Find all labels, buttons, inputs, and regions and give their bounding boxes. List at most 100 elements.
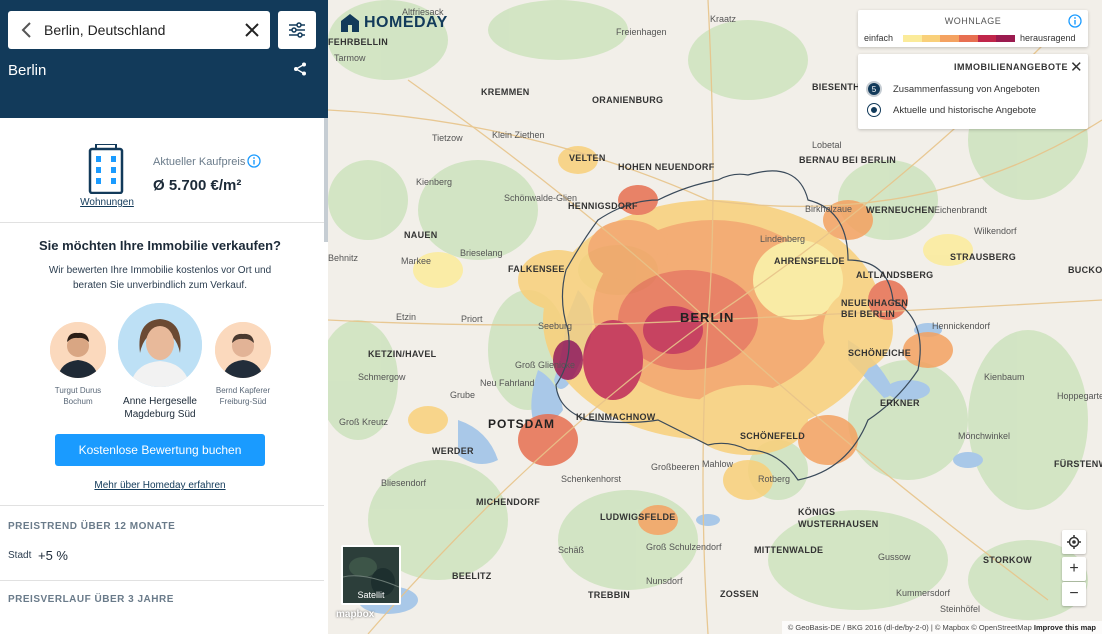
price-label: Aktueller Kaufpreis: [153, 156, 246, 168]
sell-heading: Sie möchten Ihre Immobilie verkaufen?: [38, 238, 281, 253]
place-label: Klein Ziethen: [492, 130, 545, 140]
offers-title: IMMOBILIENANGEBOTE: [954, 62, 1068, 72]
price-trend-section: PREISTREND ÜBER 12 MONATE Stadt +5 %: [0, 507, 324, 581]
agent-name-2: Anne Hergeselle Magdeburg Süd: [123, 396, 197, 420]
place-label: Bliesendorf: [381, 478, 427, 488]
place-label: Neu Fahrland: [480, 378, 535, 388]
place-label: SCHÖNEFELD: [740, 431, 806, 441]
place-label: BEELITZ: [452, 571, 492, 581]
sell-text: Wir bewerten Ihre Immobilie kostenlos vo…: [48, 265, 272, 291]
cluster-marker-icon: 5: [866, 81, 882, 97]
place-label: VELTEN: [569, 153, 606, 163]
search-bar[interactable]: Berlin, Deutschland: [8, 11, 270, 49]
place-label: WERNEUCHEN: [866, 205, 935, 215]
mapbox-logo[interactable]: mapbox: [336, 609, 374, 620]
place-label: Kummersdorf: [896, 588, 951, 598]
place-label: FALKENSEE: [508, 264, 565, 274]
place-label: Wilkendorf: [974, 226, 1017, 236]
legend-swatch: [959, 35, 978, 42]
place-label: Hoppegarten: [1057, 391, 1102, 401]
filter-button[interactable]: [278, 11, 316, 49]
place-label: BERNAU BEI BERLIN: [799, 155, 897, 165]
place-label: KÖNIGS WUSTERHAUSEN: [798, 507, 879, 529]
place-label: SCHÖNEICHE: [848, 348, 912, 358]
place-label: WERDER: [432, 446, 474, 456]
legend-swatch: [940, 35, 960, 42]
place-label: FÜRSTENWA: [1054, 459, 1102, 469]
locate-button[interactable]: [1062, 530, 1086, 554]
legend-high: herausragend: [1020, 33, 1076, 43]
place-label: Seeburg: [538, 321, 573, 331]
side-panel: Berlin, Deutschland Berlin Wohnungen Akt…: [0, 0, 328, 634]
place-label: Schönwalde-Glien: [504, 193, 578, 203]
place-label: Lobetal: [812, 140, 842, 150]
place-label: KREMMEN: [481, 87, 530, 97]
place-label: Schmergow: [358, 372, 406, 382]
place-label: Groß Schulzendorf: [646, 542, 722, 552]
legend-gradient: [903, 35, 1016, 42]
legend-swatch: [996, 35, 1016, 42]
book-valuation-button[interactable]: Kostenlose Bewertung buchen: [55, 434, 265, 466]
city-title: Berlin: [8, 62, 47, 79]
quality-legend: WOHNLAGE einfach herausragend: [858, 10, 1088, 47]
place-label: AHRENSFELDE: [774, 256, 845, 266]
place-label: HOHEN NEUENDORF: [618, 162, 715, 172]
place-label: Tarmow: [334, 53, 366, 63]
place-label: Tietzow: [432, 133, 463, 143]
place-label: ZOSSEN: [720, 589, 759, 599]
place-label: Kienbaum: [984, 372, 1025, 382]
place-label: ORANIENBURG: [592, 95, 664, 105]
building-icon: [87, 143, 125, 199]
agent-name-1: Turgut Durus Bochum: [54, 386, 102, 406]
place-label: Markee: [401, 256, 432, 266]
sell-section: Sie möchten Ihre Immobilie verkaufen? Wi…: [0, 224, 324, 506]
place-label: Kraatz: [710, 14, 737, 24]
offers-option-label: Aktuelle und historische Angebote: [893, 104, 1037, 116]
place-label: MICHENDORF: [476, 497, 540, 507]
place-label: Gussow: [878, 552, 911, 562]
map-attribution: © GeoBasis-DE / BKG 2016 (dl-de/by-2-0) …: [781, 621, 1102, 634]
back-icon[interactable]: [8, 11, 44, 49]
place-label: Lindenberg: [760, 234, 806, 244]
app-root: Berlin, Deutschland Berlin Wohnungen Akt…: [0, 0, 1102, 634]
place-label: Schäß: [558, 545, 585, 555]
clear-icon[interactable]: [234, 23, 270, 37]
search-input[interactable]: Berlin, Deutschland: [44, 22, 234, 38]
more-about-link[interactable]: Mehr über Homeday erfahren: [0, 480, 320, 491]
price-summary: Wohnungen Aktueller Kaufpreis Ø 5.700 €/…: [0, 118, 324, 223]
place-label: BUCKO: [1068, 265, 1102, 275]
property-type-link[interactable]: Wohnungen: [70, 197, 144, 208]
place-label: Birkholzaue: [805, 204, 853, 214]
improve-map-link[interactable]: Improve this map: [1034, 623, 1096, 632]
place-label: Behnitz: [328, 253, 359, 263]
place-label: Groß Glienicke: [515, 360, 576, 370]
satellite-label: Satellit: [357, 590, 385, 600]
offers-option-summary[interactable]: 5 Zusammenfassung von Angeboten: [866, 81, 1040, 97]
legend-swatch: [903, 35, 922, 42]
place-label: HENNIGSDORF: [568, 201, 638, 211]
map-canvas[interactable]: HOMEDAY Altfriesack FEHRBELLIN Tarmow Fr…: [328, 0, 1102, 634]
place-label: MITTENWALDE: [754, 545, 824, 555]
zoom-out-button[interactable]: −: [1062, 582, 1086, 606]
place-label: Altfriesack: [402, 7, 444, 17]
offers-option-history[interactable]: Aktuelle und historische Angebote: [866, 104, 1036, 116]
place-label: Nunsdorf: [646, 576, 683, 586]
zoom-in-button[interactable]: +: [1062, 557, 1086, 581]
place-label: Priort: [461, 314, 483, 324]
place-label: Rotberg: [758, 474, 791, 484]
info-icon[interactable]: [1068, 14, 1082, 33]
info-icon[interactable]: [247, 154, 261, 173]
share-icon[interactable]: [293, 62, 307, 81]
trend-value: +5 %: [38, 548, 68, 563]
place-label: Grube: [450, 390, 476, 400]
legend-title: WOHNLAGE: [944, 16, 1002, 26]
trend-label: Stadt: [8, 550, 32, 561]
price-value: Ø 5.700 €/m²: [153, 177, 242, 194]
city-map-label: BERLIN: [680, 310, 735, 325]
satellite-toggle[interactable]: Satellit: [341, 545, 401, 605]
close-icon[interactable]: ✕: [1070, 58, 1083, 76]
place-label: NEUENHAGEN BEI BERLIN: [841, 298, 909, 319]
place-label: NAUEN: [404, 230, 438, 240]
place-label: POTSDAM: [488, 417, 555, 431]
place-label: ERKNER: [880, 398, 920, 408]
